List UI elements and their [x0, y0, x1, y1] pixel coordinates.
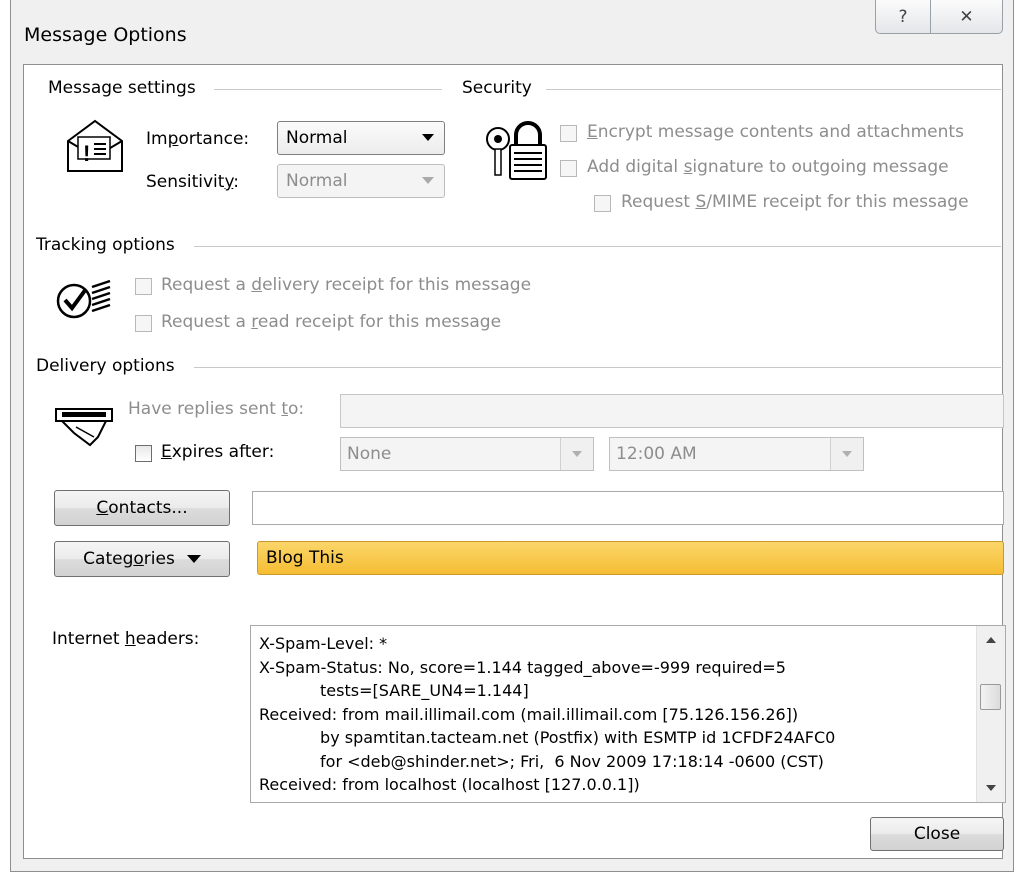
digital-signature-label: Add digital signature to outgoing messag…	[587, 157, 949, 177]
internet-headers-textbox[interactable]: X-Spam-Level: * X-Spam-Status: No, score=…	[250, 625, 1006, 803]
scroll-down-icon[interactable]	[977, 774, 1005, 802]
expires-time-value: 12:00 AM	[616, 444, 697, 464]
importance-label: Importance:	[146, 129, 250, 149]
header-line: Received: from mail.illimail.com (mail.i…	[259, 704, 799, 724]
delivery-hand-icon	[55, 408, 113, 447]
header-line: by spamtitan.tacteam.net (Postfix) with …	[259, 728, 836, 747]
contacts-button[interactable]: Contacts...	[54, 490, 230, 526]
header-line: for <deb@shinder.net>; Fri, 6 Nov 2009 1…	[259, 751, 824, 771]
chevron-down-icon[interactable]	[560, 438, 593, 470]
delivery-receipt-label: Request a delivery receipt for this mess…	[161, 275, 532, 295]
expires-after-checkbox[interactable]	[135, 445, 152, 462]
options-panel: Message settings ! Importance: Normal Se…	[23, 64, 1006, 859]
expires-date-combo[interactable]: None	[340, 437, 594, 471]
smime-receipt-label: Request S/MIME receipt for this message	[621, 192, 969, 212]
have-replies-field[interactable]	[340, 394, 1004, 428]
close-button[interactable]: Close	[870, 817, 1004, 851]
title-bar: Message Options ? ✕	[11, 0, 1013, 60]
sensitivity-label: Sensitivity:	[146, 172, 240, 192]
chevron-down-icon	[186, 555, 201, 563]
help-button[interactable]: ?	[875, 0, 931, 34]
encrypt-label: Encrypt message contents and attachments	[587, 122, 964, 142]
read-receipt-checkbox[interactable]	[135, 315, 152, 332]
sensitivity-select[interactable]: Normal	[277, 164, 445, 198]
contacts-field[interactable]	[252, 491, 1004, 525]
importance-value: Normal	[286, 128, 348, 148]
expires-after-label: Expires after:	[161, 442, 275, 462]
category-field[interactable]: Blog This	[257, 541, 1004, 575]
expires-date-value: None	[347, 444, 392, 464]
close-icon: ✕	[959, 6, 974, 27]
lock-keys-icon	[486, 121, 547, 180]
smime-receipt-checkbox[interactable]	[594, 195, 611, 212]
window-title: Message Options	[24, 24, 187, 46]
encrypt-checkbox[interactable]	[560, 125, 577, 142]
message-options-dialog: Message Options ? ✕ Message settings ! I…	[10, 0, 1014, 872]
internet-headers-text: X-Spam-Level: * X-Spam-Status: No, score=…	[259, 632, 835, 797]
scroll-up-icon[interactable]	[977, 626, 1005, 654]
digital-signature-checkbox[interactable]	[560, 160, 577, 177]
have-replies-label: Have replies sent to:	[128, 399, 305, 419]
header-line: X-Spam-Status: No, score=1.144 tagged_ab…	[259, 657, 786, 677]
security-heading: Security	[462, 78, 540, 98]
tracking-check-icon	[56, 279, 111, 319]
read-receipt-label: Request a read receipt for this message	[161, 312, 502, 332]
envelope-importance-icon: !	[67, 119, 123, 172]
tracking-options-heading: Tracking options	[36, 235, 183, 255]
chevron-down-icon[interactable]	[830, 438, 863, 470]
delivery-receipt-checkbox[interactable]	[135, 278, 152, 295]
chevron-down-icon	[422, 134, 434, 141]
window-close-button[interactable]: ✕	[931, 0, 1003, 34]
header-line: Received: from localhost (localhost [127…	[259, 775, 640, 794]
sensitivity-value: Normal	[286, 171, 348, 191]
delivery-options-heading: Delivery options	[36, 356, 183, 376]
categories-button[interactable]: Categories	[54, 541, 230, 577]
svg-text:!: !	[83, 141, 90, 166]
category-value: Blog This	[266, 548, 344, 568]
help-icon: ?	[898, 6, 908, 27]
expires-time-combo[interactable]: 12:00 AM	[609, 437, 864, 471]
importance-select[interactable]: Normal	[277, 121, 445, 155]
header-line: X-Spam-Level: *	[259, 634, 388, 653]
headers-scrollbar[interactable]	[976, 626, 1005, 802]
scroll-thumb[interactable]	[980, 684, 1001, 710]
message-settings-heading: Message settings	[48, 78, 204, 98]
chevron-down-icon	[422, 177, 434, 184]
header-line: tests=[SARE_UN4=1.144]	[259, 681, 529, 700]
internet-headers-label: Internet headers:	[52, 629, 200, 649]
